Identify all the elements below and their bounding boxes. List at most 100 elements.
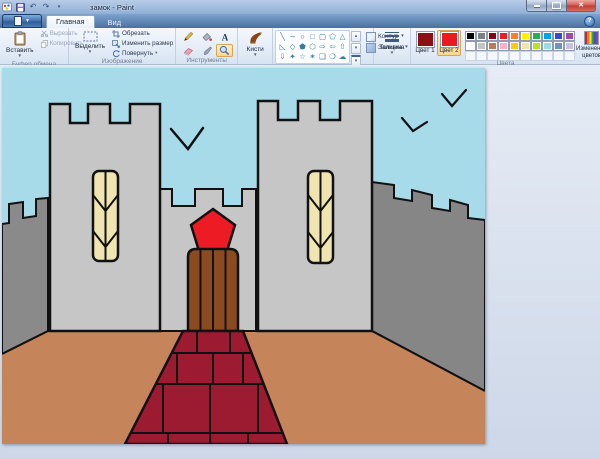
palette-purple[interactable]	[564, 31, 575, 41]
magnifier-tool-button[interactable]	[216, 44, 233, 57]
palette-rose[interactable]	[498, 41, 509, 51]
palette-light-gray[interactable]	[476, 41, 487, 51]
triangle-shape[interactable]: △	[338, 32, 347, 42]
oval-callout-shape[interactable]: ❍	[328, 52, 337, 62]
right-triangle-shape[interactable]: ◺	[278, 42, 287, 52]
castle-door	[188, 249, 238, 331]
pentagon-shape[interactable]: ⬟	[298, 42, 307, 52]
palette-lavender[interactable]	[564, 41, 575, 51]
chevron-down-icon: ▼	[18, 54, 22, 59]
palette-yellow[interactable]	[520, 31, 531, 41]
undo-icon[interactable]: ↶	[28, 2, 38, 12]
resize-button[interactable]: Изменить размер	[111, 39, 174, 48]
color-picker-tool-button[interactable]	[198, 44, 215, 57]
palette-orange[interactable]	[509, 31, 520, 41]
qat-customize-caret-icon[interactable]: ▾	[54, 2, 64, 12]
paint-app-icon[interactable]	[2, 2, 12, 12]
workspace	[0, 65, 600, 459]
color1-label: Цвет 1	[415, 48, 435, 55]
close-button[interactable]: ✕	[566, 0, 596, 12]
eraser-tool-button[interactable]	[180, 44, 197, 57]
crop-button[interactable]: Обрезать	[111, 29, 174, 38]
rotate-button[interactable]: Повернуть ▾	[111, 49, 174, 58]
ribbon-tab-bar: ▼ Главная Вид ?	[0, 14, 600, 28]
oval-shape[interactable]: ○	[298, 32, 307, 42]
application-menu-button[interactable]: ▼	[2, 14, 42, 28]
brushes-button[interactable]: Кисти ▼	[243, 29, 268, 60]
palette-light-turquoise[interactable]	[542, 41, 553, 51]
palette-blue-gray[interactable]	[553, 41, 564, 51]
palette-red[interactable]	[498, 31, 509, 41]
edit-colors-button[interactable]: Изменение цветов	[576, 30, 600, 60]
curve-shape[interactable]: ∼	[288, 32, 297, 42]
copy-icon	[41, 40, 48, 48]
selection-rectangle-icon	[83, 31, 98, 42]
group-colors: Цвет 1 Цвет 2 Изменение цветов Цвета	[411, 28, 600, 64]
group-tools: A Инструменты	[176, 28, 238, 64]
clipboard-icon	[13, 31, 27, 46]
minimize-button[interactable]	[526, 0, 547, 12]
palette-dark-red[interactable]	[487, 31, 498, 41]
crop-icon	[112, 30, 120, 38]
rectangle-shape[interactable]: □	[308, 32, 317, 42]
ribbon: Вставить ▼ Вырезать Копировать Буфер обм…	[0, 28, 600, 65]
magnifier-icon	[219, 45, 230, 56]
palette-gray[interactable]	[476, 31, 487, 41]
left-arrow-shape[interactable]: ⇦	[328, 42, 337, 52]
left-rampart-wall	[2, 198, 48, 354]
help-button[interactable]: ?	[584, 16, 595, 27]
chevron-down-icon: ▼	[390, 51, 394, 56]
fill-tool-button[interactable]	[198, 30, 215, 43]
palette-turquoise[interactable]	[542, 31, 553, 41]
eyedropper-icon	[202, 46, 212, 56]
six-point-star-shape[interactable]: ✶	[308, 52, 317, 62]
color2-button[interactable]: Цвет 2	[437, 30, 461, 56]
rotate-icon	[112, 50, 120, 58]
four-point-star-shape[interactable]: ✦	[288, 52, 297, 62]
group-shapes: ╲∼○□▢⬠△◺◇⬟⬡⇨⇦⇧⇩✦☆✶❑❍☁ ▴ ▾ ▾ Контур ▼ Зал…	[273, 28, 374, 64]
hexagon-shape[interactable]: ⬡	[308, 42, 317, 52]
select-button[interactable]: Выделить ▼	[71, 29, 109, 57]
paste-button[interactable]: Вставить ▼	[2, 29, 38, 61]
line-thickness-icon	[384, 31, 400, 44]
rounded-rectangle-shape[interactable]: ▢	[318, 32, 327, 42]
color1-button[interactable]: Цвет 1	[413, 30, 437, 56]
five-point-star-shape[interactable]: ☆	[298, 52, 307, 62]
text-tool-button[interactable]: A	[216, 30, 233, 43]
tab-view[interactable]: Вид	[99, 16, 131, 28]
resize-label: Изменить размер	[122, 40, 173, 47]
cloud-callout-shape[interactable]: ☁	[338, 52, 347, 62]
eraser-icon	[183, 46, 194, 56]
redo-icon[interactable]: ↷	[41, 2, 51, 12]
palette-indigo[interactable]	[553, 31, 564, 41]
maximize-button[interactable]	[547, 0, 566, 12]
palette-green[interactable]	[531, 31, 542, 41]
crop-label: Обрезать	[122, 30, 150, 37]
right-arrow-shape[interactable]: ⇨	[318, 42, 327, 52]
color2-label: Цвет 2	[439, 48, 459, 55]
down-arrow-shape[interactable]: ⇩	[278, 52, 287, 62]
shapes-scroll-up-button[interactable]: ▴	[351, 31, 361, 42]
rotate-label: Повернуть	[122, 50, 153, 57]
line-shape[interactable]: ╲	[278, 32, 287, 42]
palette-gold[interactable]	[509, 41, 520, 51]
rounded-callout-shape[interactable]: ❑	[318, 52, 327, 62]
palette-brown[interactable]	[487, 41, 498, 51]
up-arrow-shape[interactable]: ⇧	[338, 42, 347, 52]
title-bar: ↶ ↷ ▾ замок - Paint ✕	[0, 0, 600, 14]
group-brushes: Кисти ▼	[238, 28, 273, 64]
thickness-button[interactable]: Толщина ▼	[376, 29, 409, 58]
left-tower-window	[93, 171, 118, 261]
polygon-shape[interactable]: ⬠	[328, 32, 337, 42]
diamond-shape[interactable]: ◇	[288, 42, 297, 52]
drawing-canvas[interactable]	[2, 68, 485, 444]
palette-light-yellow[interactable]	[520, 41, 531, 51]
tab-home[interactable]: Главная	[46, 15, 95, 28]
pencil-tool-button[interactable]	[180, 30, 197, 43]
scissors-icon	[41, 30, 48, 37]
palette-lime[interactable]	[531, 41, 542, 51]
palette-white[interactable]	[465, 41, 476, 51]
palette-black[interactable]	[465, 31, 476, 41]
save-icon[interactable]	[15, 2, 25, 12]
shapes-scroll-down-button[interactable]: ▾	[351, 43, 361, 54]
